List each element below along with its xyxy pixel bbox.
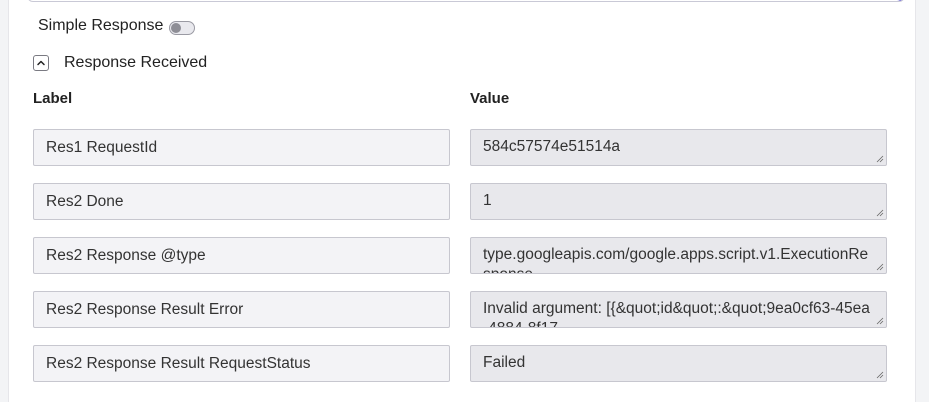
row-label-field[interactable]: Res2 Response @type [33, 237, 450, 274]
simple-response-row: Simple Response [38, 16, 163, 36]
resize-handle-icon[interactable] [876, 371, 884, 379]
simple-response-label: Simple Response [38, 17, 164, 34]
row-value-text: 584c57574e51514a [483, 138, 621, 155]
collapse-response-button[interactable] [33, 55, 49, 71]
value-column-header: Value [470, 90, 510, 107]
row-label-field[interactable]: Res1 RequestId [33, 129, 450, 166]
toggle-knob [171, 23, 181, 33]
row-value-text: Failed [483, 354, 526, 371]
row-label-field[interactable]: Res2 Done [33, 183, 450, 220]
top-input-field[interactable] [27, 0, 905, 2]
response-received-label: Response Received [64, 54, 208, 71]
row-value-text: Invalid argument: [{&quot;id&quot;:&quot… [483, 300, 870, 327]
row-label-field[interactable]: Res2 Response Result Error [33, 291, 450, 328]
row-value-field[interactable]: 1 [470, 183, 887, 220]
resize-handle-icon[interactable] [876, 317, 884, 325]
label-column-header: Label [33, 90, 73, 107]
simple-response-toggle[interactable] [169, 21, 195, 35]
row-value-field[interactable]: Failed [470, 345, 887, 382]
row-value-field[interactable]: Invalid argument: [{&quot;id&quot;:&quot… [470, 291, 887, 328]
row-value-text: type.googleapis.com/google.apps.script.v… [483, 246, 869, 273]
row-value-text: 1 [483, 192, 492, 209]
resize-handle-icon[interactable] [876, 263, 884, 271]
chevron-up-icon [37, 60, 45, 66]
row-value-field[interactable]: 584c57574e51514a [470, 129, 887, 166]
resize-handle-icon[interactable] [876, 209, 884, 217]
row-label-field[interactable]: Res2 Response Result RequestStatus [33, 345, 450, 382]
row-value-field[interactable]: type.googleapis.com/google.apps.script.v… [470, 237, 887, 274]
resize-handle-icon[interactable] [876, 155, 884, 163]
